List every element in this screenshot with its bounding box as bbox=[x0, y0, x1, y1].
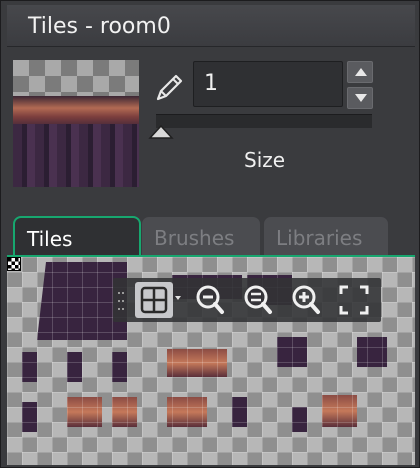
chevron-down-icon[interactable] bbox=[175, 296, 181, 300]
tile-preview bbox=[13, 60, 139, 187]
zoom-reset-button[interactable] bbox=[239, 282, 277, 318]
transparency-icon bbox=[7, 257, 21, 271]
zoom-out-button[interactable] bbox=[191, 282, 229, 318]
tiles-panel: Tiles - room0 1 Size Tiles Brushes Libra… bbox=[0, 0, 420, 468]
pencil-icon[interactable] bbox=[153, 70, 187, 104]
grid-icon bbox=[140, 286, 168, 314]
increment-button[interactable] bbox=[347, 61, 373, 83]
size-slider-thumb[interactable] bbox=[148, 124, 174, 140]
arrow-down-icon bbox=[355, 94, 367, 102]
zoom-out-icon bbox=[196, 285, 224, 314]
arrow-up-icon bbox=[355, 68, 367, 76]
canvas-toolbar bbox=[113, 278, 381, 322]
zoom-reset-icon bbox=[244, 285, 272, 314]
grid-toggle-button[interactable] bbox=[135, 282, 173, 318]
drag-handle-icon[interactable] bbox=[117, 290, 125, 312]
tab-brushes[interactable]: Brushes bbox=[141, 216, 261, 256]
fullscreen-icon bbox=[339, 285, 369, 315]
panel-titlebar: Tiles - room0 bbox=[7, 5, 415, 47]
zoom-in-button[interactable] bbox=[287, 282, 325, 318]
tile-id-input[interactable]: 1 bbox=[193, 61, 343, 107]
decrement-button[interactable] bbox=[347, 87, 373, 109]
preview-tile-top bbox=[13, 96, 139, 126]
panel-title: Tiles - room0 bbox=[28, 14, 171, 39]
size-slider-track[interactable] bbox=[156, 114, 372, 128]
tab-libraries[interactable]: Libraries bbox=[263, 216, 389, 256]
fit-view-button[interactable] bbox=[335, 282, 373, 318]
preview-tile-bottom bbox=[13, 124, 139, 187]
tab-tiles[interactable]: Tiles bbox=[13, 216, 141, 256]
zoom-in-icon bbox=[292, 285, 320, 314]
size-label: Size bbox=[244, 148, 286, 172]
